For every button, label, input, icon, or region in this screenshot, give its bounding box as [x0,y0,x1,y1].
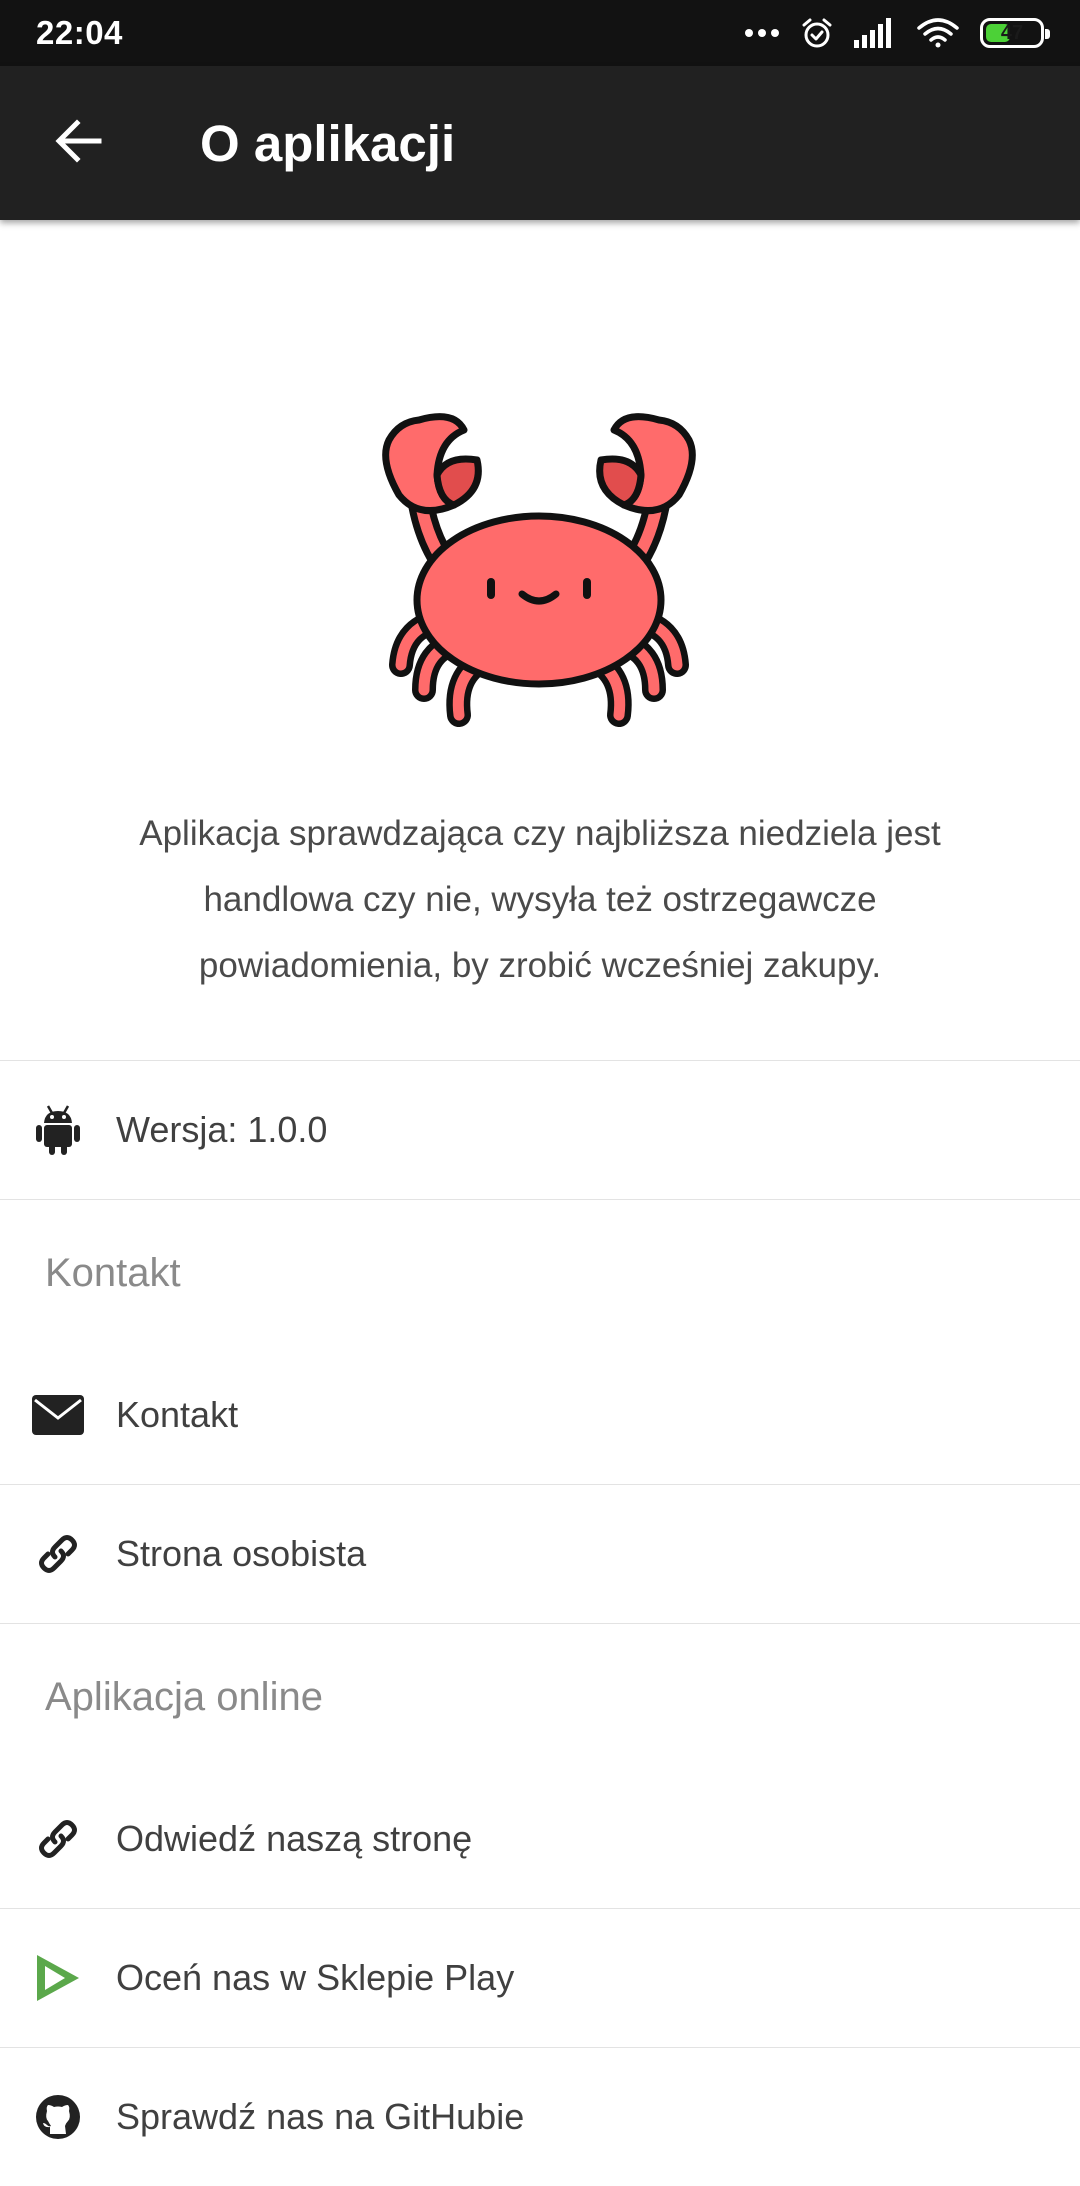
page-title: O aplikacji [200,114,456,172]
visit-site-row[interactable]: Odwiedź naszą stronę [0,1770,1080,1908]
contact-row[interactable]: Kontakt [0,1346,1080,1484]
version-row: Wersja: 1.0.0 [0,1061,1080,1199]
version-label: Wersja: 1.0.0 [116,1109,328,1150]
alarm-icon [800,16,834,50]
status-icons: 47 [744,16,1050,50]
android-icon [0,1105,116,1155]
github-label: Sprawdź nas na GitHubie [116,2096,525,2137]
status-time: 22:04 [36,14,123,51]
app-description: Aplikacja sprawdzająca czy najbliższa ni… [139,814,941,985]
about-hero: Aplikacja sprawdzająca czy najbliższa ni… [0,220,1080,1060]
more-dots-icon [744,27,780,39]
signal-icon [854,18,896,48]
github-icon [0,2094,116,2140]
section-header-contact: Kontakt [45,1250,181,1295]
contact-label: Kontakt [116,1394,239,1435]
link-icon [0,1817,116,1861]
personal-site-row[interactable]: Strona osobista [0,1485,1080,1623]
status-bar: 22:04 47 [0,0,1080,66]
visit-site-label: Odwiedź naszą stronę [116,1818,473,1859]
github-row[interactable]: Sprawdź nas na GitHubie [0,2048,1080,2186]
arrow-back-icon [55,117,103,170]
back-button[interactable] [2,66,156,220]
section-header-online: Aplikacja online [45,1674,323,1719]
link-icon [0,1532,116,1576]
rate-play-label: Oceń nas w Sklepie Play [116,1957,515,1998]
app-bar: O aplikacji [0,66,1080,220]
envelope-icon [0,1395,116,1435]
battery-tip [1045,29,1050,39]
crab-icon [359,380,719,745]
personal-site-label: Strona osobista [116,1533,367,1574]
battery-level: 47 [1000,21,1024,44]
play-store-icon [0,1953,116,2003]
wifi-icon [916,17,960,49]
battery-icon: 47 [980,18,1050,48]
rate-play-row[interactable]: Oceń nas w Sklepie Play [0,1909,1080,2047]
